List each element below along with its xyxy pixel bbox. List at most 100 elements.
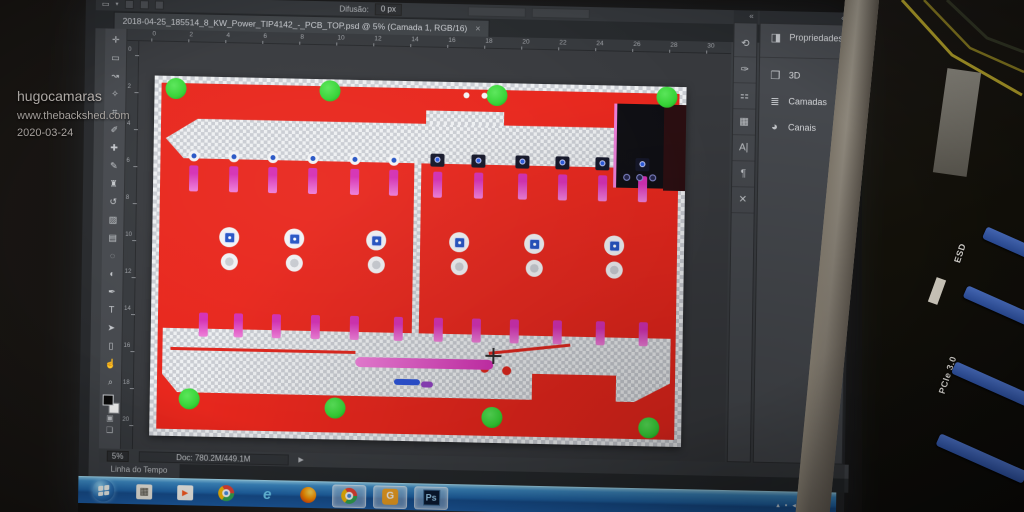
firefox-icon[interactable] (291, 483, 325, 507)
rectangle-tool[interactable]: ▯ (101, 336, 121, 354)
swatches-panel-icon[interactable]: ▦ (733, 109, 755, 135)
edge-icon[interactable]: e (250, 482, 284, 506)
pcb-pink-pad (518, 173, 527, 199)
quick-mask-icon[interactable]: ▣ (106, 414, 114, 426)
pcb-image[interactable] (149, 76, 687, 448)
pcie-slot (935, 433, 1024, 484)
zoom-level-input[interactable]: 5% (107, 450, 129, 461)
pcb-pink-pad (189, 165, 198, 191)
canvas-pasteboard[interactable] (133, 41, 731, 462)
ruler-tick: 0 (128, 47, 131, 53)
ruler-tick: 8 (126, 195, 129, 201)
selection-add-icon[interactable] (139, 0, 148, 9)
close-icon[interactable]: × (475, 24, 480, 34)
panel-camadas-icon: ≣ (768, 94, 781, 107)
bank-app-icon[interactable]: ▦ (127, 480, 161, 504)
pcie-slot (963, 285, 1024, 327)
photo-scene: hugocamaras www.thebackshed.com 2020-03-… (0, 0, 1024, 512)
chrome-logo-icon (341, 488, 357, 504)
dodge-tool[interactable]: ◐ (102, 264, 122, 282)
panel-label: 3D (789, 70, 801, 80)
tray-icon[interactable]: ▪ (785, 502, 788, 509)
path-selection-tool[interactable]: ➤ (101, 318, 121, 336)
pcb-ring-pad (188, 150, 199, 161)
pcb-ring-pad (267, 152, 278, 163)
tray-icon[interactable]: ▴ (776, 501, 780, 509)
ruler-tick: 24 (596, 40, 603, 47)
watermark: hugocamaras www.thebackshed.com 2020-03-… (17, 86, 130, 142)
hand-tool[interactable]: ☝ (101, 354, 121, 372)
esd-label: ESD (952, 242, 968, 264)
selection-subtract-icon[interactable] (154, 0, 163, 9)
marquee-tool[interactable]: ▭ (105, 48, 125, 66)
color-swatches[interactable] (101, 393, 119, 413)
status-arrow-icon[interactable]: ▶ (298, 456, 304, 464)
pcb-component-block-2 (663, 105, 686, 191)
ruler-tick: 8 (300, 34, 304, 41)
move-tool[interactable]: ✛ (106, 30, 126, 48)
pcb-pink-pad (268, 167, 277, 193)
pcie-slot (982, 226, 1024, 262)
pen-tool[interactable]: ✒ (102, 282, 122, 300)
history-panel-icon[interactable]: ⟲ (734, 31, 756, 57)
eraser-tool[interactable]: ▨ (103, 210, 123, 228)
g-app-icon[interactable]: G (373, 485, 407, 509)
foreground-color-swatch[interactable] (102, 394, 113, 405)
pcb-smd-component (515, 155, 529, 168)
pcb-via (636, 174, 643, 181)
crosshair-cursor (485, 348, 501, 364)
ruler-tick: 14 (411, 36, 418, 43)
pcb-pink-pad (639, 322, 648, 346)
selection-mode-icon[interactable] (124, 0, 133, 9)
pcb-purple-trace (421, 381, 433, 387)
zoom-tool[interactable]: ⌕ (100, 372, 120, 390)
chrome-icon[interactable] (332, 484, 366, 508)
lasso-tool[interactable]: ↝ (105, 66, 125, 84)
pcb-smd-component (471, 154, 485, 167)
ruler-tick: 2 (189, 31, 193, 38)
brush-settings-panel-icon[interactable]: ✑ (734, 57, 756, 83)
panel-label: Canais (788, 122, 816, 133)
ruler-tick: 16 (123, 343, 130, 349)
chrome-logo-icon (218, 485, 234, 501)
monitor: ▭ ▾ Difusão: 0 px 2018-04-25_185514_8_KW… (86, 0, 852, 512)
brush-tool[interactable]: ✎ (104, 156, 124, 174)
chevron-down-icon[interactable]: ▾ (115, 0, 118, 7)
pcb-pink-pad (553, 320, 562, 344)
ruler-tick: 18 (485, 38, 492, 45)
computer-case: ESD PCIe 3.0 (862, 0, 1024, 512)
chrome-icon[interactable] (209, 481, 243, 505)
panel-propriedades[interactable]: ◨ Propriedades (760, 24, 848, 52)
character-panel-icon[interactable]: A| (732, 135, 754, 161)
ruler-tick: 4 (226, 32, 230, 39)
pcb-pink-pad (598, 175, 607, 201)
clone-source-panel-icon[interactable]: ⚏ (733, 83, 755, 109)
pcb-white-dot (463, 92, 469, 98)
paragraph-panel-icon[interactable]: ¶ (732, 161, 754, 187)
active-tool-icon: ▭ (102, 0, 110, 8)
panel-3d[interactable]: ❒3D (760, 62, 848, 90)
type-tool[interactable]: T (101, 300, 121, 318)
ruler-tick: 12 (125, 269, 132, 275)
media-player-icon[interactable]: ▶ (168, 480, 202, 504)
collapse-arrow[interactable]: « (734, 10, 758, 23)
options-dim-control-2[interactable] (532, 8, 590, 19)
photoshop-icon[interactable]: Ps (414, 486, 448, 510)
gradient-tool[interactable]: ▤ (103, 228, 123, 246)
feather-input[interactable]: 0 px (375, 3, 402, 16)
pcb-ring-pad (307, 153, 318, 164)
pcb-via (623, 174, 630, 181)
screen-mode-icon[interactable]: ❏ (106, 426, 113, 438)
tool-presets-panel-icon[interactable]: ✕ (732, 187, 754, 213)
blur-tool[interactable]: ◌ (102, 246, 122, 264)
start-button[interactable] (86, 479, 120, 503)
feather-label: Difusão: (339, 4, 368, 14)
clone-stamp-tool[interactable]: ♜ (103, 174, 123, 192)
photoshop-icon-glyph: Ps (423, 489, 440, 505)
pcb-pink-pad (350, 169, 359, 195)
pcb-via (649, 174, 656, 181)
history-brush-tool[interactable]: ↺ (103, 192, 123, 210)
properties-icon: ◨ (769, 30, 782, 43)
options-dim-control[interactable] (468, 6, 526, 17)
ruler-tick: 20 (122, 417, 129, 423)
